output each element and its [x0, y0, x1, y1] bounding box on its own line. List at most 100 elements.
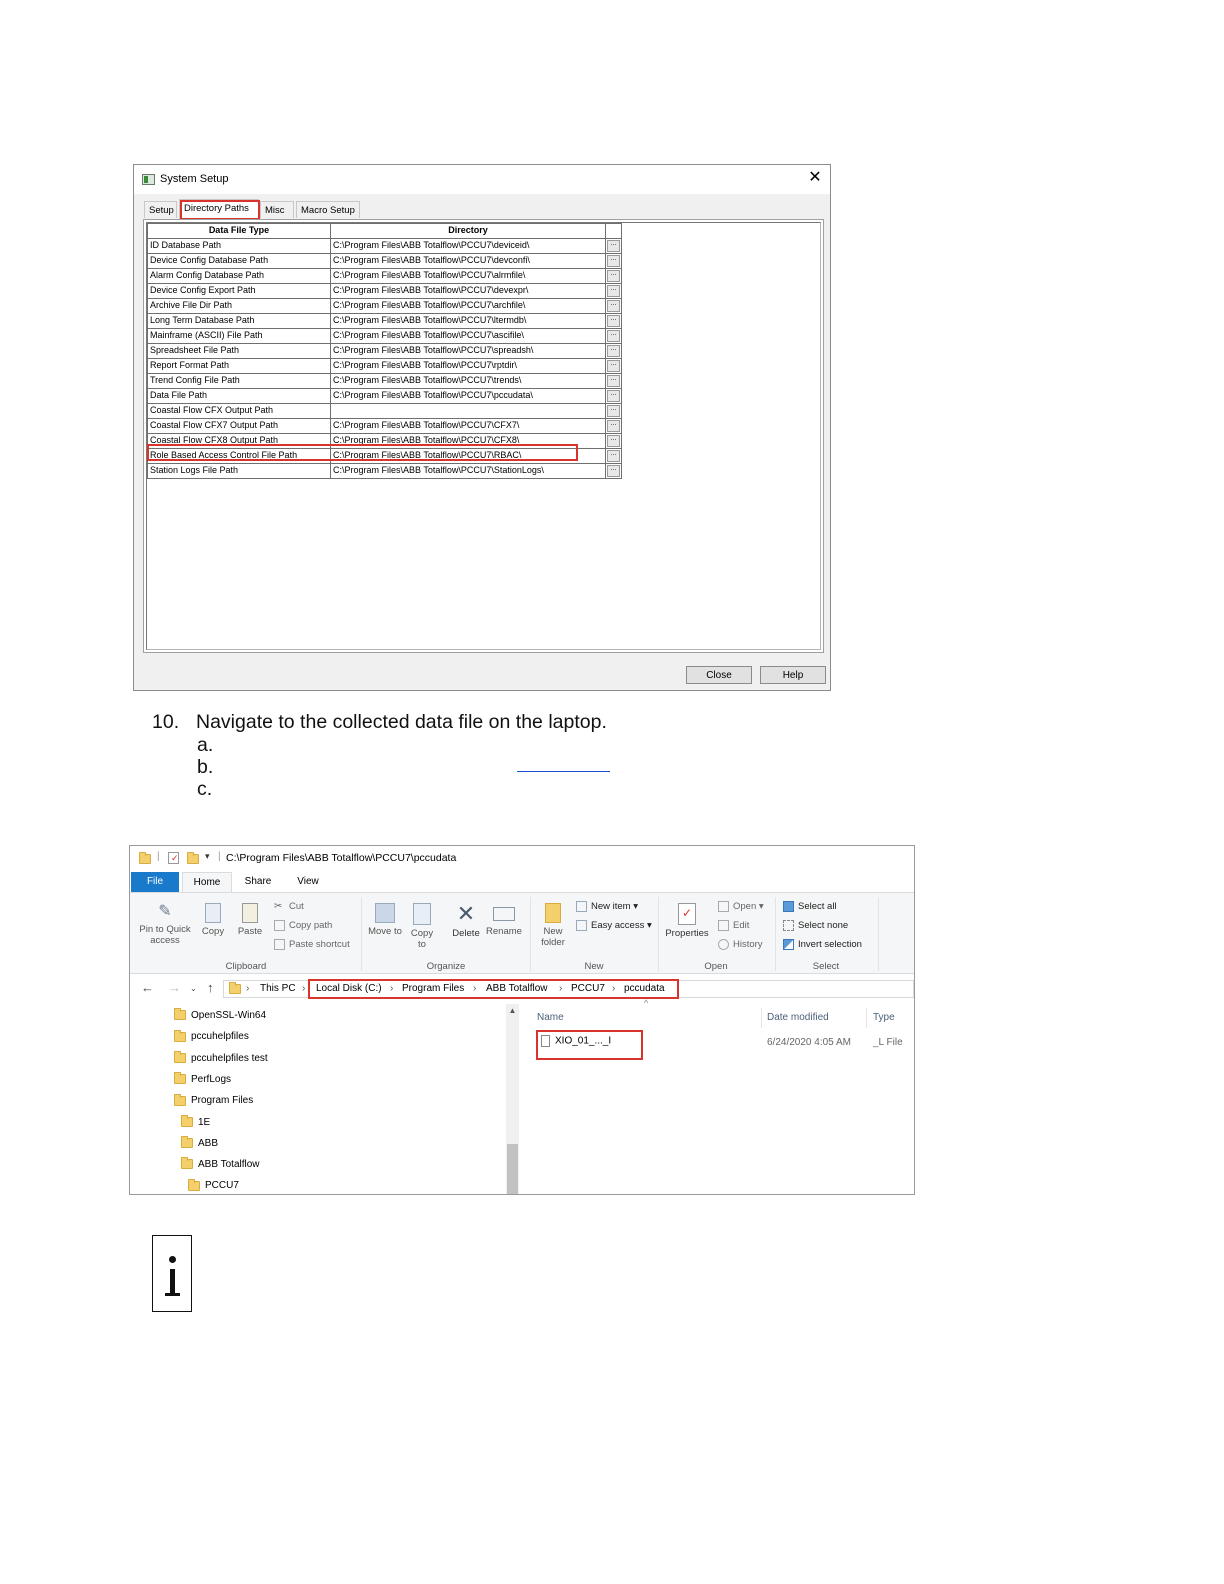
browse-button[interactable]: ... — [607, 329, 620, 342]
directory-cell[interactable]: C:\Program Files\ABB Totalflow\PCCU7\dev… — [330, 252, 606, 269]
move-to-button[interactable]: Move to — [368, 903, 402, 937]
nav-tree-item[interactable]: pccuhelpfiles — [174, 1029, 249, 1042]
address-bar[interactable]: › This PC › Local Disk (C:) › Program Fi… — [223, 979, 914, 999]
nav-scrollbar[interactable]: ▲ — [506, 1004, 519, 1194]
tab-file[interactable]: File — [131, 872, 179, 892]
browse-button[interactable]: ... — [607, 344, 620, 357]
directory-cell[interactable]: C:\Program Files\ABB Totalflow\PCCU7\dev… — [330, 237, 606, 254]
grid-row[interactable]: Spreadsheet File Path C:\Program Files\AB… — [147, 342, 622, 359]
nav-tree-item[interactable]: Program Files — [174, 1093, 253, 1106]
nav-tree-item[interactable]: ABB — [181, 1136, 218, 1149]
browse-button[interactable]: ... — [607, 464, 620, 477]
cut-button[interactable]: ✂ Cut — [274, 901, 304, 912]
grid-row[interactable]: Device Config Export Path C:\Program File… — [147, 282, 622, 299]
directory-cell[interactable]: C:\Program Files\ABB Totalflow\PCCU7\asc… — [330, 327, 606, 344]
browse-button[interactable]: ... — [607, 314, 620, 327]
browse-button[interactable]: ... — [607, 359, 620, 372]
tab-misc[interactable]: Misc — [260, 201, 294, 218]
new-folder-button[interactable]: New folder — [536, 903, 570, 948]
tab-view[interactable]: View — [286, 872, 330, 892]
grid-row[interactable]: Report Format Path C:\Program Files\ABB T… — [147, 357, 622, 374]
grid-row[interactable]: Coastal Flow CFX7 Output Path C:\Program … — [147, 417, 622, 434]
hyperlink-underline[interactable] — [517, 771, 610, 772]
open-button[interactable]: Open ▾ — [718, 901, 764, 912]
copy-button[interactable]: Copy — [198, 903, 228, 937]
directory-cell[interactable]: C:\Program Files\ABB Totalflow\PCCU7\CFX… — [330, 417, 606, 434]
delete-button[interactable]: ✕ Delete — [448, 903, 484, 940]
select-none-button[interactable]: Select none — [783, 920, 848, 931]
rename-button[interactable]: Rename — [486, 903, 522, 937]
directory-cell[interactable]: C:\Program Files\ABB Totalflow\PCCU7\lte… — [330, 312, 606, 329]
directory-cell[interactable]: C:\Program Files\ABB Totalflow\PCCU7\spr… — [330, 342, 606, 359]
grid-row[interactable]: Coastal Flow CFX Output Path... — [147, 402, 622, 419]
directory-cell[interactable] — [330, 402, 606, 419]
browse-button[interactable]: ... — [607, 299, 620, 312]
column-header-date-modified[interactable]: Date modified — [767, 1012, 829, 1023]
grid-row[interactable]: ID Database Path C:\Program Files\ABB Tot… — [147, 237, 622, 254]
directory-cell[interactable]: C:\Program Files\ABB Totalflow\PCCU7\dev… — [330, 282, 606, 299]
recent-dropdown-icon[interactable]: ⌄ — [190, 984, 197, 993]
grid-row[interactable]: Mainframe (ASCII) File Path C:\Program Fi… — [147, 327, 622, 344]
invert-selection-button[interactable]: Invert selection — [783, 939, 862, 950]
close-icon[interactable]: ✕ — [806, 169, 824, 187]
nav-tree-item[interactable]: ABB Totalflow — [181, 1157, 260, 1170]
nav-tree-item[interactable]: PerfLogs — [174, 1072, 231, 1085]
column-separator[interactable] — [761, 1008, 762, 1028]
tab-share[interactable]: Share — [236, 872, 280, 892]
copy-path-button[interactable]: Copy path — [274, 920, 332, 931]
column-header-name[interactable]: Name — [537, 1012, 564, 1023]
forward-arrow-icon[interactable]: → — [168, 980, 181, 995]
properties-button[interactable]: ✓ Properties — [662, 903, 712, 939]
column-separator[interactable] — [866, 1008, 867, 1028]
column-header-type[interactable]: Type — [873, 1012, 895, 1023]
grid-row[interactable]: Device Config Database Path C:\Program Fi… — [147, 252, 622, 269]
new-folder-qat-icon[interactable] — [187, 852, 199, 864]
properties-check-icon[interactable]: ✓ — [168, 852, 179, 864]
grid-row[interactable]: Long Term Database Path C:\Program Files\… — [147, 312, 622, 329]
grid-row[interactable]: Archive File Dir Path C:\Program Files\AB… — [147, 297, 622, 314]
directory-cell[interactable]: C:\Program Files\ABB Totalflow\PCCU7\arc… — [330, 297, 606, 314]
close-button[interactable]: Close — [686, 666, 752, 684]
tab-setup[interactable]: Setup — [144, 201, 177, 218]
copy-to-button[interactable]: Copy to — [406, 903, 438, 950]
back-arrow-icon[interactable]: ← — [141, 980, 154, 995]
browse-button[interactable]: ... — [607, 374, 620, 387]
breadcrumb-this-pc[interactable]: This PC — [260, 981, 296, 997]
directory-cell[interactable]: C:\Program Files\ABB Totalflow\PCCU7\alr… — [330, 267, 606, 284]
grid-row[interactable]: Data File Path C:\Program Files\ABB Total… — [147, 387, 622, 404]
grid-row[interactable]: Trend Config File Path C:\Program Files\A… — [147, 372, 622, 389]
easy-access-button[interactable]: Easy access ▾ — [576, 920, 652, 931]
select-all-button[interactable]: Select all — [783, 901, 837, 912]
tab-home[interactable]: Home — [182, 872, 232, 892]
new-item-button[interactable]: New item ▾ — [576, 901, 638, 912]
browse-button[interactable]: ... — [607, 434, 620, 447]
browse-button[interactable]: ... — [607, 404, 620, 417]
browse-button[interactable]: ... — [607, 284, 620, 297]
browse-button[interactable]: ... — [607, 254, 620, 267]
history-button[interactable]: History — [718, 939, 763, 950]
nav-tree-item[interactable]: 1E — [181, 1114, 210, 1128]
help-button[interactable]: Help — [760, 666, 826, 684]
tab-macro-setup[interactable]: Macro Setup — [296, 201, 360, 218]
browse-button[interactable]: ... — [607, 239, 620, 252]
browse-button[interactable]: ... — [607, 389, 620, 402]
directory-cell[interactable]: C:\Program Files\ABB Totalflow\PCCU7\rpt… — [330, 357, 606, 374]
edit-button[interactable]: Edit — [718, 920, 749, 931]
scroll-up-icon[interactable]: ▲ — [506, 1006, 519, 1015]
grid-row[interactable]: Alarm Config Database Path C:\Program Fil… — [147, 267, 622, 284]
directory-cell[interactable]: C:\Program Files\ABB Totalflow\PCCU7\tre… — [330, 372, 606, 389]
scrollbar-thumb[interactable] — [507, 1144, 518, 1194]
directory-cell[interactable]: C:\Program Files\ABB Totalflow\PCCU7\Sta… — [330, 462, 606, 479]
paste-shortcut-button[interactable]: Paste shortcut — [274, 939, 350, 950]
up-arrow-icon[interactable]: ↑ — [207, 980, 214, 995]
nav-tree-item[interactable]: OpenSSL-Win64 — [174, 1008, 266, 1021]
pin-to-quick-access-button[interactable]: ✎ Pin to Quick access — [136, 903, 194, 946]
grid-row[interactable]: Station Logs File Path C:\Program Files\A… — [147, 462, 622, 479]
paste-button[interactable]: Paste — [234, 903, 266, 937]
browse-button[interactable]: ... — [607, 449, 620, 462]
nav-tree-item[interactable]: pccuhelpfiles test — [174, 1050, 268, 1064]
browse-button[interactable]: ... — [607, 419, 620, 432]
browse-button[interactable]: ... — [607, 269, 620, 282]
qat-dropdown-icon[interactable]: ▾ — [205, 851, 210, 862]
nav-tree-item[interactable]: PCCU7 — [188, 1178, 239, 1191]
